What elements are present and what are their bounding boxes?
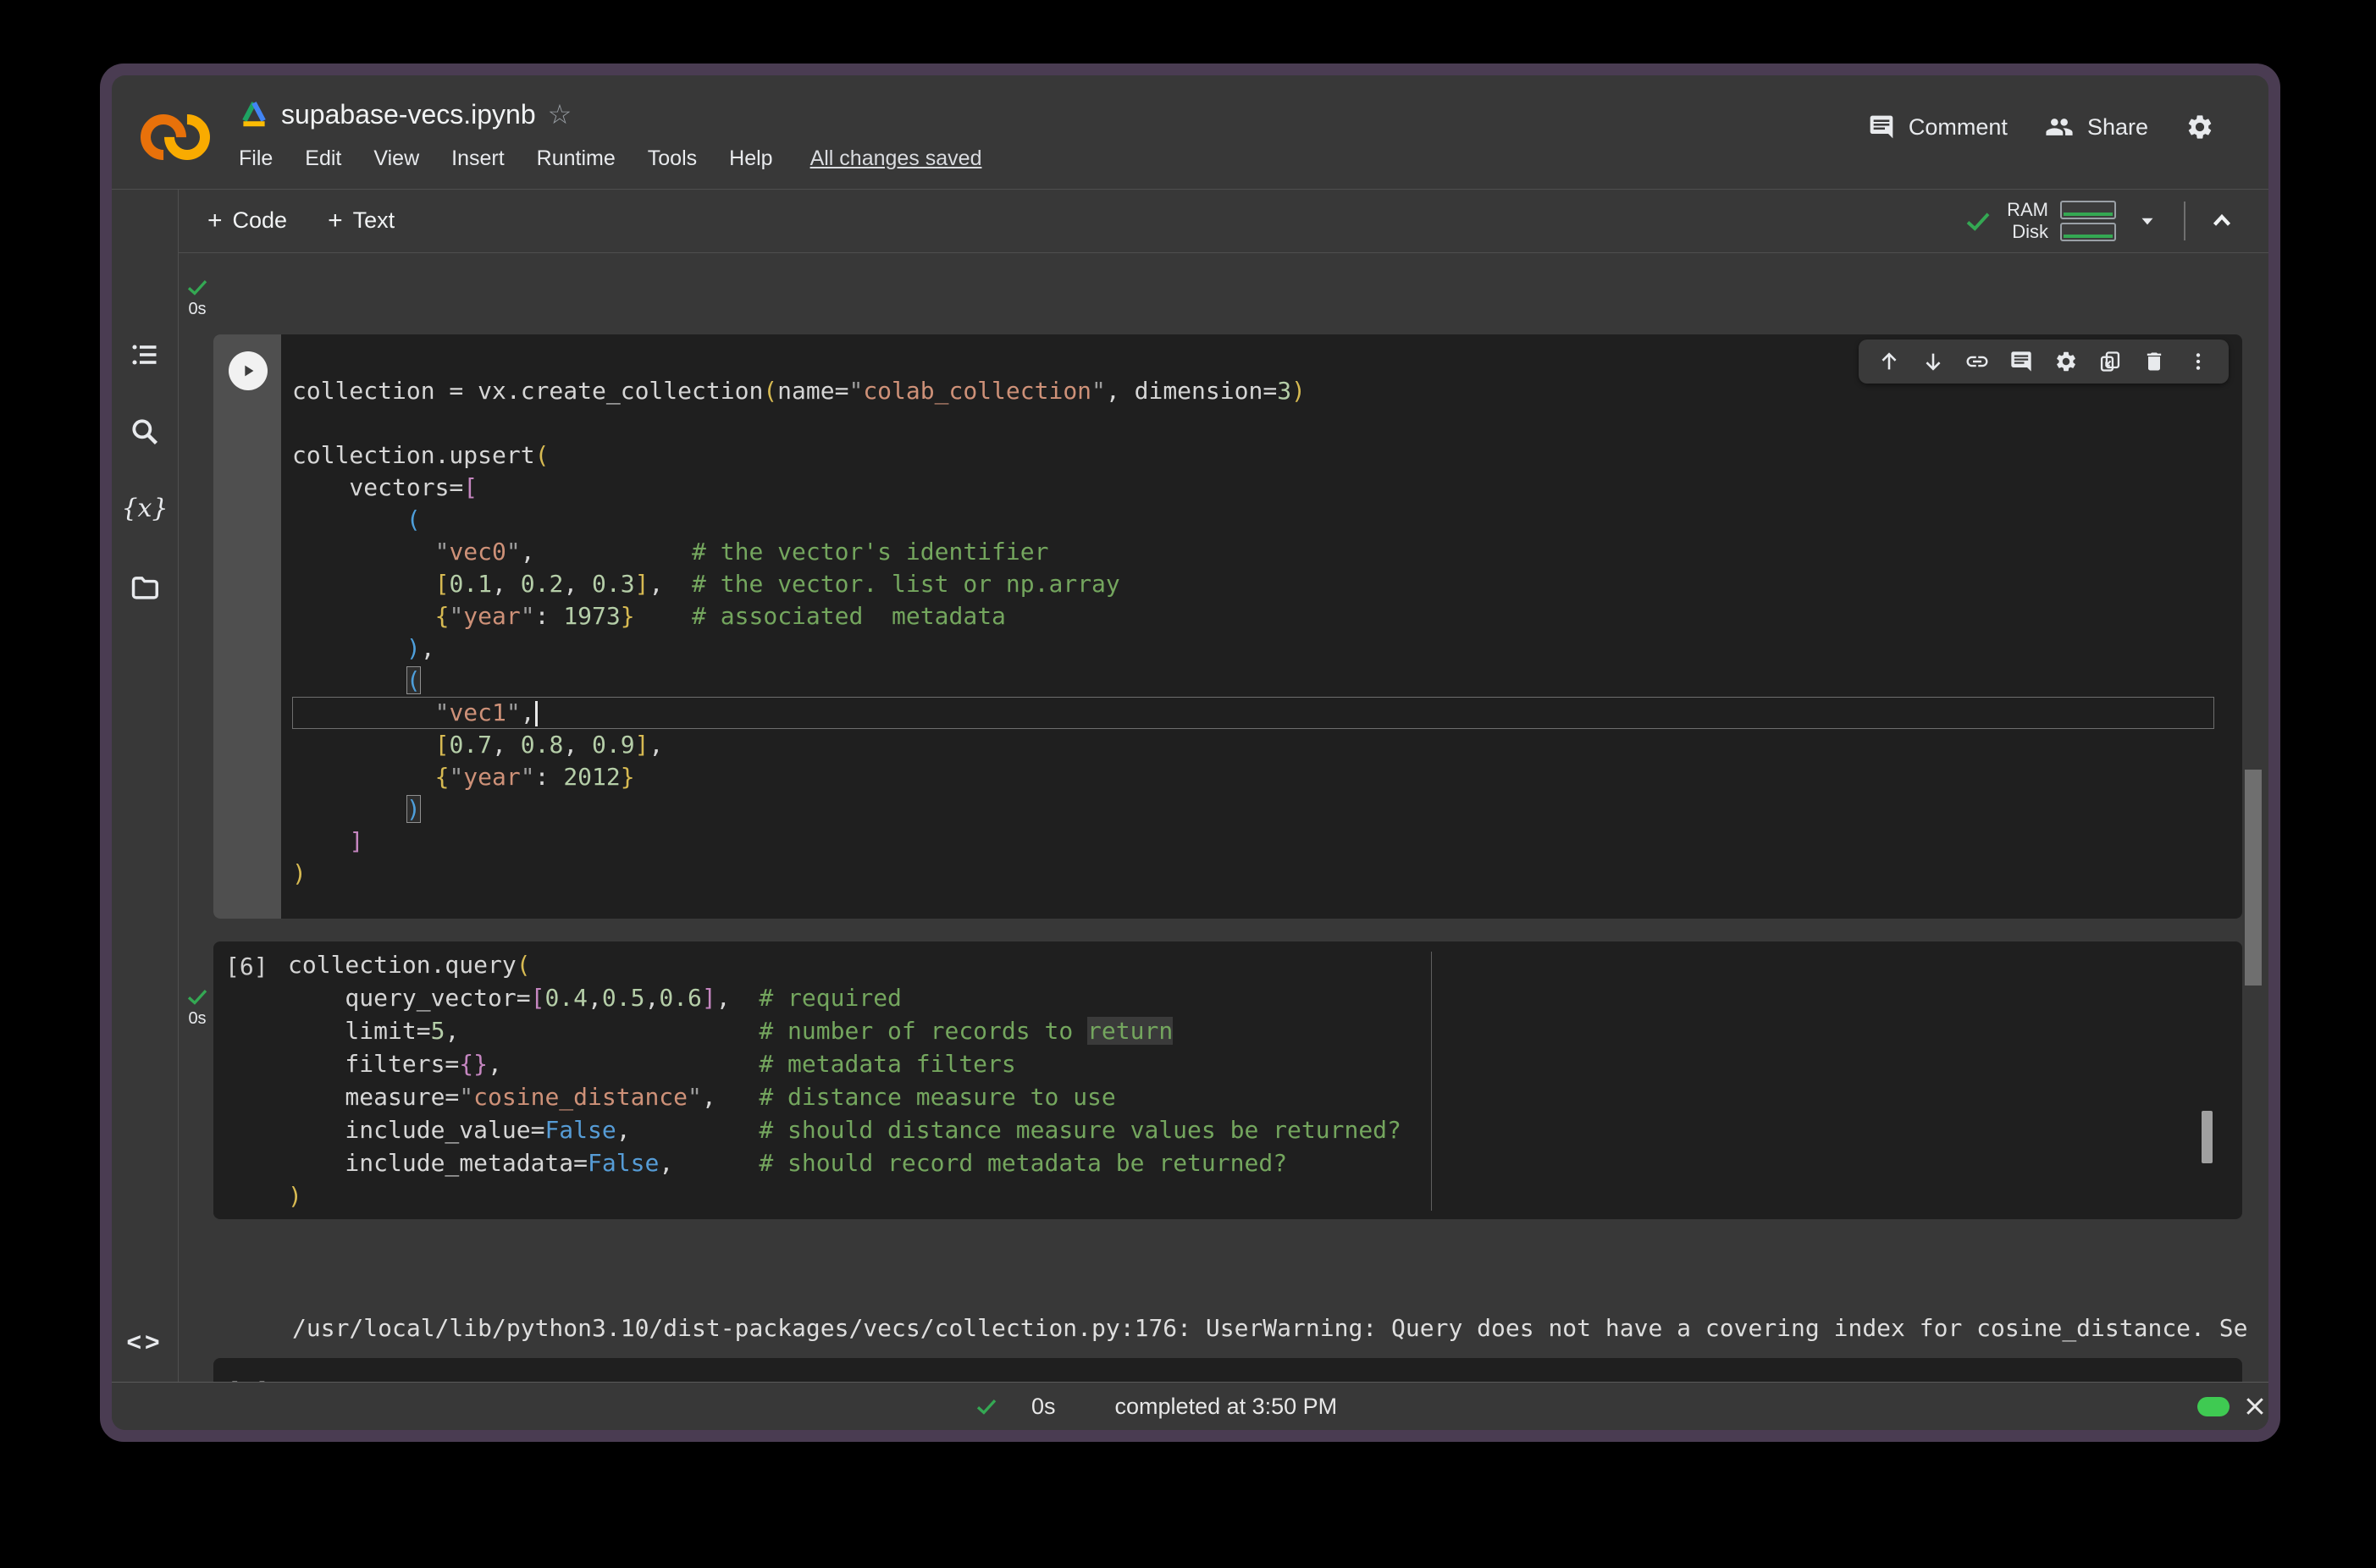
ram-label: RAM [2007,200,2048,220]
disk-usage-gauge [2060,223,2116,241]
close-status-bar-icon[interactable] [2242,1394,2268,1419]
cell1-code-editor[interactable]: collection = vx.create_collection(name="… [292,375,2214,890]
add-code-label: Code [233,207,288,234]
comment-icon [1868,113,1895,141]
disk-label: Disk [2012,222,2048,242]
cell1-exec-time: 0s [183,300,212,319]
resources-dropdown-icon[interactable] [2136,210,2158,232]
people-icon [2045,113,2074,141]
more-cell-actions-icon[interactable] [2184,347,2213,376]
menu-file[interactable]: File [239,146,273,171]
mirror-cell-in-tab-button[interactable] [2096,347,2125,376]
cell-action-toolbar [1859,340,2229,384]
execution-status-bar: 0s completed at 3:50 PM [112,1382,2268,1430]
notebook-scroll-area: 0s collection = vx.create_collection(nam… [112,252,2268,1383]
cell2-exec-time: 0s [183,1009,212,1029]
add-text-label: Text [353,207,395,234]
move-cell-down-button[interactable] [1919,347,1948,376]
settings-gear-icon[interactable] [2185,113,2214,141]
share-button[interactable]: Share [2045,113,2148,141]
run-cell-button[interactable] [229,351,268,390]
save-status[interactable]: All changes saved [810,146,982,171]
menu-edit[interactable]: Edit [305,146,341,171]
colab-logo-icon[interactable] [141,113,212,160]
status-check-icon [974,1394,999,1419]
code-cell-2[interactable]: [6] collection.query( query_vector=[0.4,… [213,941,2242,1219]
cell1-gutter [213,334,281,919]
drive-icon [239,100,269,129]
notebook-toolbar: + Code + Text RAM Disk [178,189,2268,253]
menu-runtime[interactable]: Runtime [537,146,616,171]
menu-tools[interactable]: Tools [648,146,697,171]
plus-icon: + [328,207,343,235]
status-completed-text: completed at 3:50 PM [1115,1394,1338,1420]
cell2-execution-count[interactable]: [6] [225,952,268,980]
resource-monitor[interactable]: RAM Disk [2007,200,2116,242]
status-duration: 0s [1031,1394,1056,1420]
add-text-button[interactable]: + Text [328,207,395,235]
notebook-scrollbar-thumb[interactable] [2245,770,2262,986]
connected-check-icon [1963,206,1993,236]
menu-insert[interactable]: Insert [451,146,505,171]
menu-help[interactable]: Help [729,146,772,171]
copy-link-to-cell-button[interactable] [1963,347,1992,376]
cell2-scrollbar-thumb[interactable] [2202,1111,2213,1163]
colab-window-content: supabase-vecs.ipynb ☆ File Edit View Ins… [112,75,2268,1430]
desktop: supabase-vecs.ipynb ☆ File Edit View Ins… [0,0,2376,1568]
menubar: File Edit View Insert Runtime Tools Help… [239,146,981,171]
cell2-code-editor[interactable]: collection.query( query_vector=[0.4,0.5,… [288,948,1401,1212]
notebook-header: supabase-vecs.ipynb ☆ File Edit View Ins… [112,75,2268,190]
collapse-sections-icon[interactable] [2207,207,2236,235]
ram-usage-gauge [2060,201,2116,219]
delete-cell-button[interactable] [2140,347,2169,376]
comment-label: Comment [1909,114,2008,141]
share-label: Share [2087,114,2148,141]
presence-indicator [2197,1397,2230,1416]
cell2-editor-divider [1431,952,1432,1211]
plus-icon: + [207,207,223,235]
output-warning-line: /usr/local/lib/python3.10/dist-packages/… [292,1313,2247,1344]
toolbar-divider [2184,202,2185,240]
add-comment-button[interactable] [2007,347,2036,376]
cell-settings-gear-icon[interactable] [2052,347,2080,376]
add-code-button[interactable]: + Code [207,207,287,235]
code-cell-1[interactable]: collection = vx.create_collection(name="… [213,334,2242,919]
colab-window: supabase-vecs.ipynb ☆ File Edit View Ins… [100,63,2280,1442]
star-icon[interactable]: ☆ [548,101,572,128]
menu-view[interactable]: View [373,146,419,171]
move-cell-up-button[interactable] [1875,347,1904,376]
notebook-title[interactable]: supabase-vecs.ipynb [281,99,536,130]
comment-button[interactable]: Comment [1868,113,2008,141]
